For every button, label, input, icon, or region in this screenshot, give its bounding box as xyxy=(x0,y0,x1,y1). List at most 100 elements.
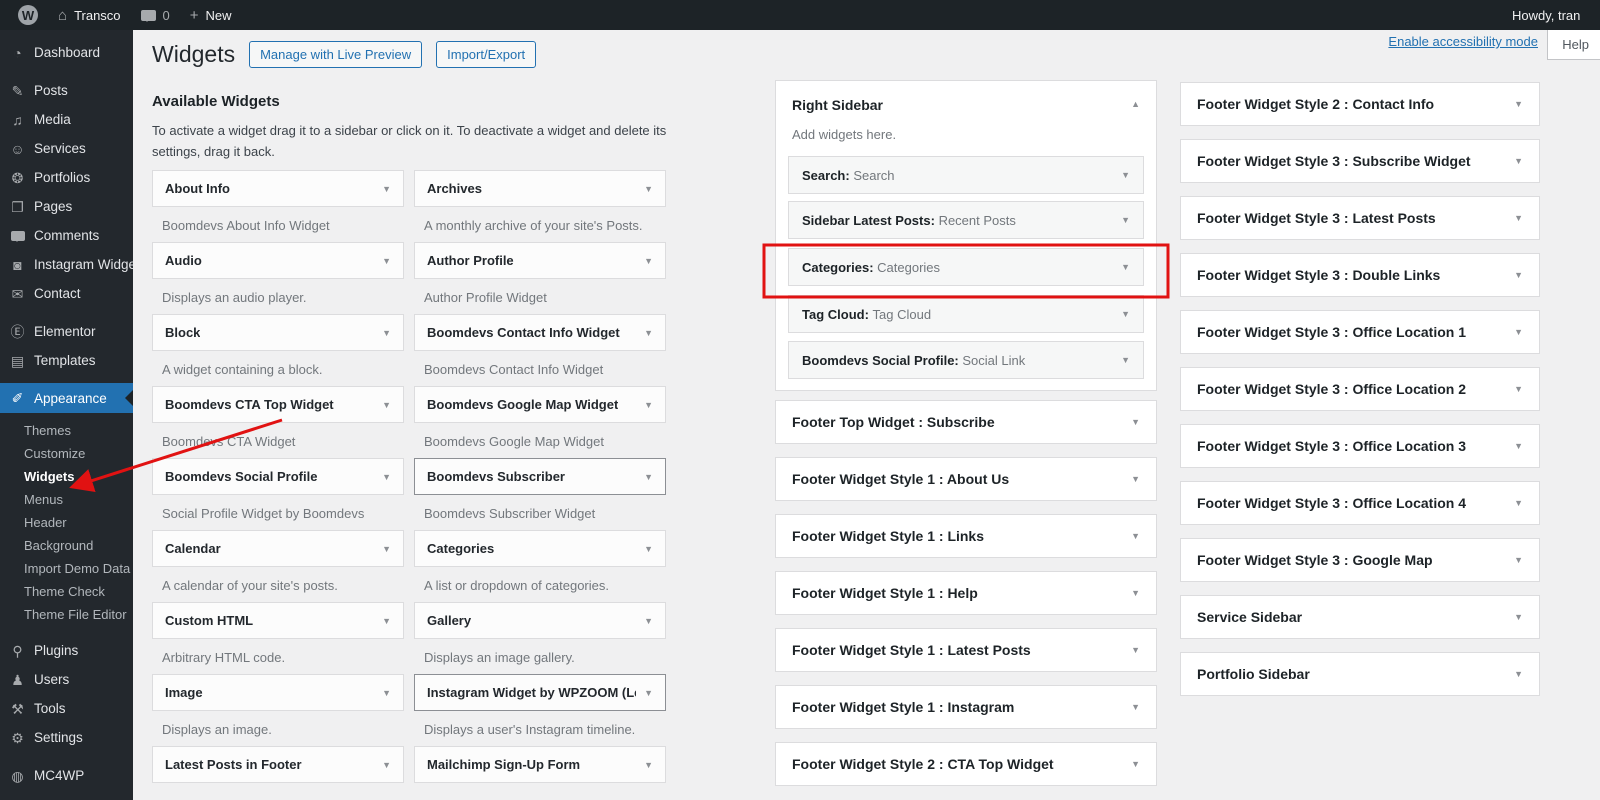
widget-box-custom-html[interactable]: Custom HTML▼ xyxy=(152,602,404,639)
chevron-down-icon[interactable]: ▼ xyxy=(382,760,391,770)
chevron-down-icon[interactable]: ▼ xyxy=(1131,702,1140,712)
chevron-down-icon[interactable]: ▼ xyxy=(644,400,653,410)
panel-fw3-double-links[interactable]: Footer Widget Style 3 : Double Links▼ xyxy=(1180,253,1540,297)
widget-box-gallery[interactable]: Gallery▼ xyxy=(414,602,666,639)
widget-box-audio[interactable]: Audio▼ xyxy=(152,242,404,279)
panel-service-sidebar[interactable]: Service Sidebar▼ xyxy=(1180,595,1540,639)
site-name-link[interactable]: ⌂Transco xyxy=(48,0,131,30)
panel-fw2-contact-info[interactable]: Footer Widget Style 2 : Contact Info▼ xyxy=(1180,82,1540,126)
sidebar-item-dashboard[interactable]: ◔Dashboard xyxy=(0,38,133,67)
chevron-down-icon[interactable]: ▼ xyxy=(1514,327,1523,337)
panel-fw3-office-location-3[interactable]: Footer Widget Style 3 : Office Location … xyxy=(1180,424,1540,468)
import-export-button[interactable]: Import/Export xyxy=(436,41,536,68)
chevron-down-icon[interactable]: ▼ xyxy=(644,688,653,698)
submenu-item-import-demo-data[interactable]: Import Demo Data xyxy=(0,557,133,580)
chevron-down-icon[interactable]: ▼ xyxy=(1131,645,1140,655)
chevron-down-icon[interactable]: ▼ xyxy=(382,616,391,626)
panel-fw1-help[interactable]: Footer Widget Style 1 : Help▼ xyxy=(775,571,1157,615)
chevron-down-icon[interactable]: ▼ xyxy=(1121,309,1130,319)
widget-box-instagram-wpzoom[interactable]: Instagram Widget by WPZOOM (Lega...▼ xyxy=(414,674,666,711)
chevron-down-icon[interactable]: ▼ xyxy=(382,688,391,698)
chevron-down-icon[interactable]: ▼ xyxy=(382,400,391,410)
widget-box-image[interactable]: Image▼ xyxy=(152,674,404,711)
sidebar-item-media[interactable]: ♫Media xyxy=(0,105,133,134)
submenu-item-menus[interactable]: Menus xyxy=(0,488,133,511)
wordpress-logo-menu[interactable]: W xyxy=(8,0,48,30)
chevron-down-icon[interactable]: ▼ xyxy=(382,184,391,194)
panel-footer-top-subscribe[interactable]: Footer Top Widget : Subscribe▼ xyxy=(775,400,1157,444)
chevron-down-icon[interactable]: ▼ xyxy=(1121,262,1130,272)
widget-box-boomdevs-google-map[interactable]: Boomdevs Google Map Widget▼ xyxy=(414,386,666,423)
chevron-down-icon[interactable]: ▼ xyxy=(1131,759,1140,769)
howdy-account-link[interactable]: Howdy, tran xyxy=(1512,0,1580,30)
panel-fw3-office-location-1[interactable]: Footer Widget Style 3 : Office Location … xyxy=(1180,310,1540,354)
widget-box-about-info[interactable]: About Info▼ xyxy=(152,170,404,207)
submenu-item-themes[interactable]: Themes xyxy=(0,419,133,442)
chevron-down-icon[interactable]: ▼ xyxy=(382,472,391,482)
help-tab[interactable]: Help xyxy=(1547,30,1600,60)
chevron-down-icon[interactable]: ▼ xyxy=(1121,355,1130,365)
panel-fw1-about-us[interactable]: Footer Widget Style 1 : About Us▼ xyxy=(775,457,1157,501)
sidebar-item-portfolios[interactable]: ❂Portfolios xyxy=(0,163,133,192)
chevron-down-icon[interactable]: ▼ xyxy=(1514,612,1523,622)
sidebar-item-settings[interactable]: ⚙Settings xyxy=(0,723,133,752)
sidebar-item-pages[interactable]: ❐Pages xyxy=(0,192,133,221)
chevron-down-icon[interactable]: ▼ xyxy=(1131,588,1140,598)
sidebar-widget-search[interactable]: Search: Search▼ xyxy=(788,156,1144,194)
panel-fw3-google-map[interactable]: Footer Widget Style 3 : Google Map▼ xyxy=(1180,538,1540,582)
panel-fw1-latest-posts[interactable]: Footer Widget Style 1 : Latest Posts▼ xyxy=(775,628,1157,672)
sidebar-item-mc4wp[interactable]: ◍MC4WP xyxy=(0,761,133,790)
sidebar-item-services[interactable]: ☺Services xyxy=(0,134,133,163)
panel-fw3-subscribe[interactable]: Footer Widget Style 3 : Subscribe Widget… xyxy=(1180,139,1540,183)
chevron-down-icon[interactable]: ▼ xyxy=(1514,384,1523,394)
widget-box-boomdevs-subscriber[interactable]: Boomdevs Subscriber▼ xyxy=(414,458,666,495)
panel-fw2-cta-top[interactable]: Footer Widget Style 2 : CTA Top Widget▼ xyxy=(775,742,1157,786)
submenu-item-theme-file-editor[interactable]: Theme File Editor xyxy=(0,603,133,626)
submenu-item-header[interactable]: Header xyxy=(0,511,133,534)
collapse-up-icon[interactable]: ▲ xyxy=(1131,99,1140,109)
widget-box-boomdevs-contact-info[interactable]: Boomdevs Contact Info Widget▼ xyxy=(414,314,666,351)
new-content-menu[interactable]: +New xyxy=(180,0,242,30)
sidebar-item-appearance[interactable]: ✐Appearance xyxy=(0,383,133,413)
widget-box-calendar[interactable]: Calendar▼ xyxy=(152,530,404,567)
submenu-item-customize[interactable]: Customize xyxy=(0,442,133,465)
widget-box-categories[interactable]: Categories▼ xyxy=(414,530,666,567)
chevron-down-icon[interactable]: ▼ xyxy=(1514,99,1523,109)
chevron-down-icon[interactable]: ▼ xyxy=(644,760,653,770)
chevron-down-icon[interactable]: ▼ xyxy=(382,256,391,266)
sidebar-widget-latest-posts[interactable]: Sidebar Latest Posts: Recent Posts▼ xyxy=(788,201,1144,239)
sidebar-item-posts[interactable]: ✎Posts xyxy=(0,76,133,105)
chevron-down-icon[interactable]: ▼ xyxy=(1514,669,1523,679)
panel-fw3-office-location-4[interactable]: Footer Widget Style 3 : Office Location … xyxy=(1180,481,1540,525)
widget-box-boomdevs-cta-top[interactable]: Boomdevs CTA Top Widget▼ xyxy=(152,386,404,423)
submenu-item-theme-check[interactable]: Theme Check xyxy=(0,580,133,603)
chevron-down-icon[interactable]: ▼ xyxy=(1514,441,1523,451)
sidebar-item-templates[interactable]: ▤Templates xyxy=(0,346,133,375)
sidebar-item-comments[interactable]: Comments xyxy=(0,221,133,250)
panel-fw1-links[interactable]: Footer Widget Style 1 : Links▼ xyxy=(775,514,1157,558)
panel-portfolio-sidebar[interactable]: Portfolio Sidebar▼ xyxy=(1180,652,1540,696)
chevron-down-icon[interactable]: ▼ xyxy=(644,616,653,626)
enable-accessibility-mode-link[interactable]: Enable accessibility mode xyxy=(1388,34,1538,49)
sidebar-item-elementor[interactable]: ⒺElementor xyxy=(0,317,133,346)
chevron-down-icon[interactable]: ▼ xyxy=(1131,417,1140,427)
panel-fw1-instagram[interactable]: Footer Widget Style 1 : Instagram▼ xyxy=(775,685,1157,729)
chevron-down-icon[interactable]: ▼ xyxy=(382,544,391,554)
widget-box-latest-posts-footer[interactable]: Latest Posts in Footer▼ xyxy=(152,746,404,783)
sidebar-item-tools[interactable]: ⚒Tools xyxy=(0,694,133,723)
chevron-down-icon[interactable]: ▼ xyxy=(1514,498,1523,508)
widget-box-block[interactable]: Block▼ xyxy=(152,314,404,351)
sidebar-widget-social-profile[interactable]: Boomdevs Social Profile: Social Link▼ xyxy=(788,341,1144,379)
sidebar-item-users[interactable]: ♟Users xyxy=(0,665,133,694)
chevron-down-icon[interactable]: ▼ xyxy=(644,472,653,482)
sidebar-item-instagram-widget[interactable]: ◙Instagram Widget xyxy=(0,250,133,279)
widget-box-boomdevs-social-profile[interactable]: Boomdevs Social Profile▼ xyxy=(152,458,404,495)
chevron-down-icon[interactable]: ▼ xyxy=(1514,156,1523,166)
panel-fw3-office-location-2[interactable]: Footer Widget Style 3 : Office Location … xyxy=(1180,367,1540,411)
widget-box-author-profile[interactable]: Author Profile▼ xyxy=(414,242,666,279)
sidebar-item-plugins[interactable]: ⚲Plugins xyxy=(0,636,133,665)
comments-link[interactable]: 0 xyxy=(131,0,180,30)
chevron-down-icon[interactable]: ▼ xyxy=(1514,213,1523,223)
chevron-down-icon[interactable]: ▼ xyxy=(382,328,391,338)
chevron-down-icon[interactable]: ▼ xyxy=(1131,531,1140,541)
